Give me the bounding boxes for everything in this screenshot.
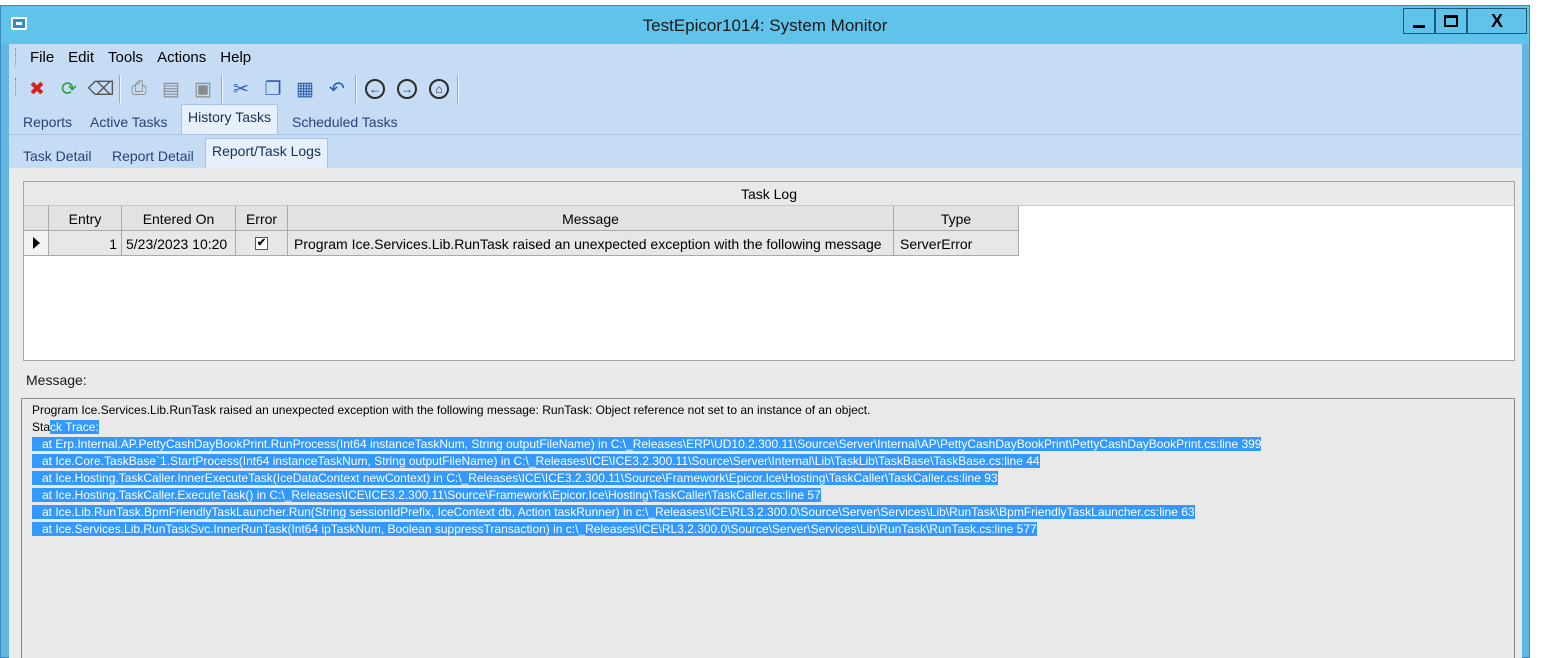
stack-trace-heading: Stack Trace: (32, 419, 1504, 436)
cut-icon: ✂ (233, 78, 249, 100)
minimize-icon (1413, 24, 1425, 28)
cell-type[interactable]: ServerError (894, 231, 1019, 256)
stack-trace-line-text: at Ice.Hosting.TaskCaller.ExecuteTask() … (32, 488, 821, 502)
back-icon: ← (365, 79, 385, 99)
paste-button[interactable]: ▦ (289, 74, 321, 104)
menu-help[interactable]: Help (213, 49, 258, 66)
toolbar-grip[interactable] (15, 78, 17, 96)
delete-button[interactable]: ✖ (21, 74, 53, 104)
client-area: File Edit Tools Actions Help ✖ ⟳ ⌫ ⎙ ▤ ▣… (9, 44, 1522, 658)
menu-edit[interactable]: Edit (61, 49, 101, 66)
stack-trace-line: at Erp.Internal.AP.PettyCashDayBookPrint… (32, 436, 1504, 453)
undo-button[interactable]: ↶ (321, 74, 353, 104)
toolbar-separator (355, 75, 357, 103)
minimize-button[interactable] (1403, 8, 1435, 34)
cut-button[interactable]: ✂ (225, 74, 257, 104)
menu-bar: File Edit Tools Actions Help (9, 44, 1522, 70)
forward-button[interactable]: → (391, 74, 423, 104)
toolbar-separator (221, 75, 223, 103)
tab-task-detail[interactable]: Task Detail (17, 144, 97, 168)
tab-report-detail[interactable]: Report Detail (106, 144, 200, 168)
current-row-icon (33, 237, 40, 249)
close-button[interactable]: X (1467, 8, 1527, 34)
message-line: Program Ice.Services.Lib.RunTask raised … (32, 403, 871, 417)
stack-trace-line-text: at Ice.Lib.RunTask.BpmFriendlyTaskLaunch… (32, 505, 1195, 519)
cell-message[interactable]: Program Ice.Services.Lib.RunTask raised … (288, 231, 894, 256)
tab-active-tasks[interactable]: Active Tasks (84, 110, 174, 134)
paste-icon: ▦ (296, 78, 314, 100)
stack-trace-line: at Ice.Services.Lib.RunTaskSvc.InnerRunT… (32, 521, 1504, 538)
window-title: TestEpicor1014: System Monitor (642, 16, 888, 35)
tab-reports[interactable]: Reports (17, 110, 78, 134)
cell-error[interactable]: ✔ (236, 231, 288, 256)
tab-report-task-logs[interactable]: Report/Task Logs (205, 138, 328, 168)
undo-icon: ↶ (329, 78, 345, 100)
toolbar-separator (119, 75, 121, 103)
logs-panel: Task Log Entry Entered On Error Message … (9, 168, 1522, 658)
stack-trace-line: at Ice.Lib.RunTask.BpmFriendlyTaskLaunch… (32, 504, 1504, 521)
column-header-error[interactable]: Error (236, 206, 288, 231)
print-preview-icon: ▤ (162, 78, 180, 100)
title-bar[interactable]: TestEpicor1014: System Monitor X (1, 6, 1529, 44)
error-checkbox[interactable]: ✔ (255, 237, 268, 250)
cell-entry[interactable]: 1 (49, 231, 122, 256)
column-header-message[interactable]: Message (288, 206, 894, 231)
refresh-icon: ⟳ (61, 78, 77, 100)
column-header-entered-on[interactable]: Entered On (122, 206, 236, 231)
stack-trace-line-text: at Ice.Core.TaskBase`1.StartProcess(Int6… (32, 454, 1040, 468)
message-textbox[interactable]: Program Ice.Services.Lib.RunTask raised … (21, 398, 1515, 658)
tab-history-tasks[interactable]: History Tasks (181, 104, 278, 134)
stack-trace-prefix: Sta (32, 420, 51, 434)
row-selector[interactable] (24, 231, 49, 256)
stack-trace-line-text: at Ice.Hosting.TaskCaller.InnerExecuteTa… (32, 471, 998, 485)
back-button[interactable]: ← (359, 74, 391, 104)
desktop-right-strip (1530, 0, 1541, 658)
maximize-icon (1444, 15, 1458, 27)
system-monitor-window: TestEpicor1014: System Monitor X File Ed… (0, 5, 1530, 658)
save-button[interactable]: ▣ (187, 74, 219, 104)
stack-trace-line-text: at Erp.Internal.AP.PettyCashDayBookPrint… (32, 437, 1262, 451)
stack-trace-selected: ck Trace: (50, 420, 99, 434)
copy-icon: ❐ (264, 78, 282, 100)
save-icon: ▣ (194, 78, 212, 100)
maximize-button[interactable] (1435, 8, 1467, 34)
main-tabs: Reports Active Tasks History Tasks Sched… (9, 104, 1522, 135)
menu-tools[interactable]: Tools (101, 49, 150, 66)
task-log-grid[interactable]: Task Log Entry Entered On Error Message … (23, 181, 1515, 361)
refresh-button[interactable]: ⟳ (53, 74, 85, 104)
stack-trace-line: at Ice.Hosting.TaskCaller.ExecuteTask() … (32, 487, 1504, 504)
menu-grip[interactable] (15, 48, 17, 66)
print-preview-button[interactable]: ▤ (155, 74, 187, 104)
print-icon: ⎙ (131, 78, 147, 99)
stack-trace-line: at Ice.Hosting.TaskCaller.InnerExecuteTa… (32, 470, 1504, 487)
delete-icon: ✖ (29, 78, 45, 100)
print-button[interactable]: ⎙ (123, 74, 155, 104)
toolbar-separator (457, 75, 459, 103)
row-selector-header (24, 206, 49, 231)
grid-caption: Task Log (24, 182, 1514, 206)
message-label: Message: (26, 372, 87, 388)
home-icon: ⌂ (429, 79, 449, 99)
menu-actions[interactable]: Actions (150, 49, 213, 66)
clear-button[interactable]: ⌫ (85, 74, 117, 104)
stack-trace-line: at Ice.Core.TaskBase`1.StartProcess(Int6… (32, 453, 1504, 470)
column-header-entry[interactable]: Entry (49, 206, 122, 231)
cell-entered-on[interactable]: 5/23/2023 10:20 (122, 231, 236, 256)
stack-trace-line-text: at Ice.Services.Lib.RunTaskSvc.InnerRunT… (32, 522, 1037, 536)
toolbar: ✖ ⟳ ⌫ ⎙ ▤ ▣ ✂ ❐ ▦ ↶ ← → ⌂ (9, 70, 1522, 108)
home-button[interactable]: ⌂ (423, 74, 455, 104)
clear-icon: ⌫ (87, 78, 115, 100)
tab-scheduled-tasks[interactable]: Scheduled Tasks (286, 110, 404, 134)
column-header-type[interactable]: Type (894, 206, 1019, 231)
copy-button[interactable]: ❐ (257, 74, 289, 104)
close-icon: X (1490, 10, 1503, 31)
forward-icon: → (397, 79, 417, 99)
window-controls: X (1403, 8, 1527, 34)
menu-file[interactable]: File (23, 49, 61, 66)
sub-tabs: Task Detail Report Detail Report/Task Lo… (9, 135, 1522, 168)
